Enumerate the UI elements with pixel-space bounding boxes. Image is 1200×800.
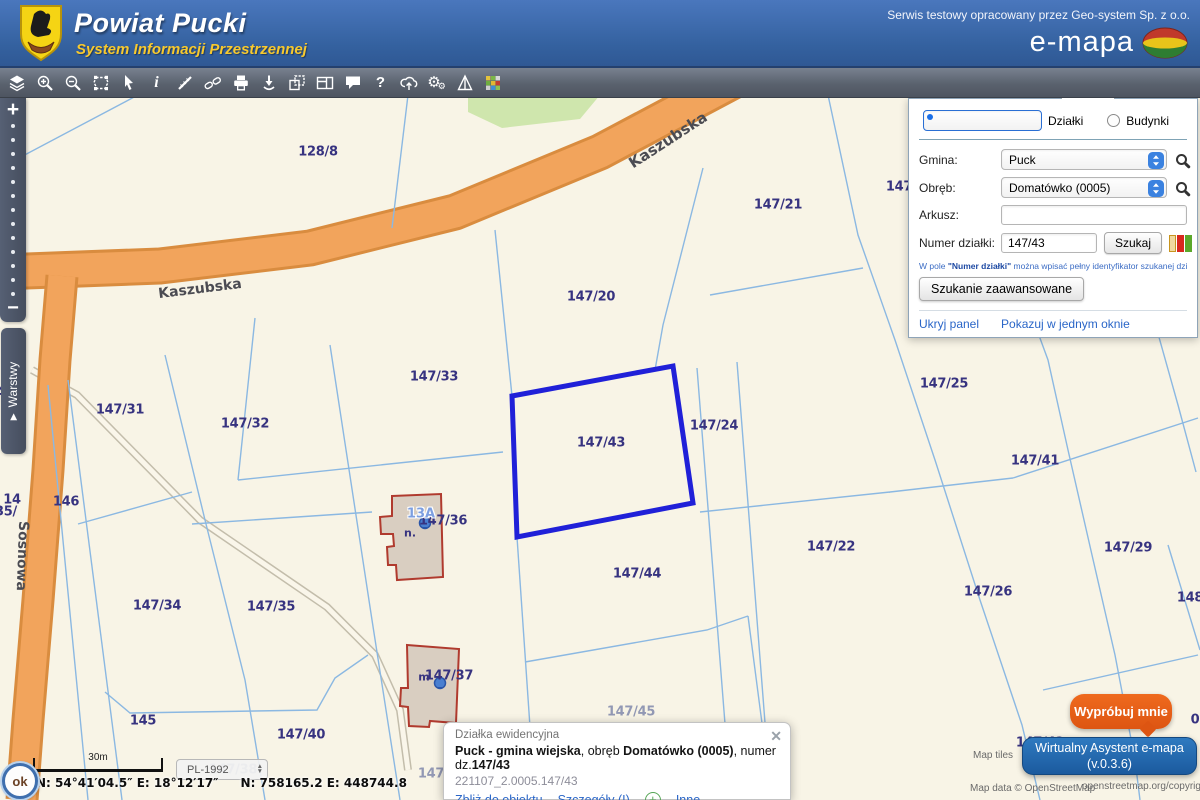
pointer-icon[interactable]: [119, 73, 138, 92]
copy-view-icon[interactable]: [287, 73, 306, 92]
radio-działki[interactable]: [923, 110, 1042, 131]
arkusz-label: Arkusz:: [919, 208, 1001, 222]
attribution-tiles: Map tiles: [973, 750, 1013, 761]
single-window-link[interactable]: Pokazuj w jednym oknie: [1001, 317, 1130, 331]
coordinates-readout: N: 54°41′04.5″ E: 18°12′17″ N: 758165.2 …: [36, 776, 407, 790]
zoom-bar: + −: [0, 98, 26, 322]
search-gmina-icon[interactable]: [1176, 154, 1187, 165]
hide-panel-link[interactable]: Ukryj panel: [919, 317, 979, 331]
prism-icon[interactable]: [455, 73, 474, 92]
scale-bar: [33, 758, 163, 772]
arkusz-input[interactable]: [1001, 205, 1187, 225]
assistant-try-me-bubble[interactable]: Wypróbuj mnie: [1070, 694, 1172, 729]
layers-panel-tab[interactable]: ▶ Warstwy: [1, 328, 26, 454]
help-icon[interactable]: ?: [371, 73, 390, 92]
zoom-level-dot[interactable]: [11, 152, 15, 156]
select-stepper-icon: [1148, 152, 1164, 172]
link-icon[interactable]: [203, 73, 222, 92]
zoom-level-dot[interactable]: [11, 278, 15, 282]
county-crest-logo: [18, 4, 64, 62]
settings-icon[interactable]: ⚙⚙: [427, 73, 446, 92]
stepper-arrows-icon: ▲▼: [257, 765, 263, 774]
extent-icon[interactable]: [91, 73, 110, 92]
service-note: Serwis testowy opracowany przez Geo-syst…: [887, 8, 1190, 22]
popup-title: Działka ewidencyjna: [455, 729, 779, 741]
numer-dzialki-input[interactable]: [1001, 233, 1097, 253]
print-icon[interactable]: [231, 73, 250, 92]
zoom-level-dot[interactable]: [11, 222, 15, 226]
ok-button[interactable]: ok: [2, 763, 38, 799]
zoom-level-dot[interactable]: [11, 124, 15, 128]
parcel-info-popup: Działka ewidencyjna ✕ Puck - gmina wiejs…: [443, 722, 791, 800]
gmina-label: Gmina:: [919, 153, 1001, 167]
app-title: Powiat Pucki: [74, 8, 247, 39]
zoom-level-dot[interactable]: [11, 250, 15, 254]
zoom-level-slider[interactable]: [11, 124, 15, 296]
parcel-identifier: 221107_2.0005.147/43: [455, 774, 779, 788]
layers-icon[interactable]: [7, 73, 26, 92]
radio-label[interactable]: Działki: [1048, 114, 1083, 128]
zoom-level-dot[interactable]: [11, 236, 15, 240]
toolbar: i? ⚙⚙: [0, 68, 1200, 98]
expand-arrow-icon: ▶: [8, 413, 19, 420]
zoom-in-button[interactable]: +: [7, 98, 19, 122]
search-obreb-icon[interactable]: [1176, 182, 1187, 193]
gmina-value: Puck: [1009, 153, 1036, 167]
close-icon[interactable]: ✕: [770, 728, 782, 745]
details-link[interactable]: Szczegóły (I): [558, 793, 630, 800]
zoom-level-dot[interactable]: [11, 208, 15, 212]
emapa-brand: e-mapa: [1030, 26, 1134, 59]
layout-icon[interactable]: [315, 73, 334, 92]
assistant-version: (v.0.3.6): [1087, 756, 1132, 772]
comment-icon[interactable]: [343, 73, 362, 92]
advanced-search-button[interactable]: Szukanie zaawansowane: [919, 277, 1084, 301]
e-mapa-application: 128/8147/19147/21147/20147/33147/31147/3…: [0, 0, 1200, 800]
zoom-level-dot[interactable]: [11, 264, 15, 268]
cloud-icon[interactable]: [399, 73, 418, 92]
highlight-bars-icon[interactable]: [1169, 235, 1192, 252]
search-panel: WspółrzędneAdresyDziałkiObiekty ✕ Działk…: [908, 75, 1198, 338]
obreb-select[interactable]: Domatówko (0005): [1001, 177, 1167, 198]
hint-text: W pole "Numer działki" można wpisać pełn…: [919, 261, 1187, 271]
zoom-to-object-link[interactable]: Zbliż do obiektu: [455, 793, 543, 800]
coords-metric: N: 758165.2 E: 448744.8: [241, 776, 407, 790]
marker-icon[interactable]: [259, 73, 278, 92]
obreb-label: Obręb:: [919, 181, 1001, 195]
app-subtitle: System Informacji Przestrzennej: [76, 41, 307, 58]
legend-icon[interactable]: [483, 73, 502, 92]
obreb-value: Domatówko (0005): [1009, 181, 1110, 195]
szukaj-button[interactable]: Szukaj: [1104, 232, 1162, 254]
attribution-copyright-link[interactable]: openstreetmap.org/copyright.: [1082, 781, 1200, 792]
add-icon[interactable]: +: [645, 792, 661, 800]
more-link[interactable]: Inne: [676, 793, 700, 800]
coords-geographic: N: 54°41′04.5″ E: 18°12′17″: [36, 776, 219, 790]
zoom-out-button[interactable]: −: [7, 300, 19, 316]
header: Powiat Pucki System Informacji Przestrze…: [0, 0, 1200, 68]
zoom-level-dot[interactable]: [11, 166, 15, 170]
select-stepper-icon: [1148, 180, 1164, 200]
attribution-osm-link[interactable]: Map data © OpenStreetMap: [970, 783, 1095, 794]
parcel-description: Puck - gmina wiejska, obręb Domatówko (0…: [455, 744, 779, 772]
measure-icon[interactable]: [175, 73, 194, 92]
zoom-level-dot[interactable]: [11, 292, 15, 296]
numer-dzialki-label: Numer działki:: [919, 236, 1001, 250]
object-type-radios: Działki Budynki: [919, 108, 1187, 140]
panel-body: Działki Budynki Gmina: Puck Obręb: Domató…: [908, 98, 1198, 338]
radio-budynki[interactable]: [1107, 114, 1120, 127]
geosystem-globe-logo: [1142, 27, 1188, 59]
crs-value: PL-1992: [187, 764, 257, 776]
zoom-level-dot[interactable]: [11, 180, 15, 184]
info-icon[interactable]: i: [147, 73, 166, 92]
gmina-select[interactable]: Puck: [1001, 149, 1167, 170]
assistant-label: Wirtualny Asystent e-mapa: [1035, 740, 1184, 756]
layers-tab-label: Warstwy: [7, 362, 21, 408]
zoom-out-icon[interactable]: [63, 73, 82, 92]
zoom-level-dot[interactable]: [11, 138, 15, 142]
zoom-level-dot[interactable]: [11, 194, 15, 198]
radio-label[interactable]: Budynki: [1126, 114, 1169, 128]
virtual-assistant-button[interactable]: Wirtualny Asystent e-mapa (v.0.3.6): [1022, 737, 1197, 775]
zoom-in-icon[interactable]: [35, 73, 54, 92]
